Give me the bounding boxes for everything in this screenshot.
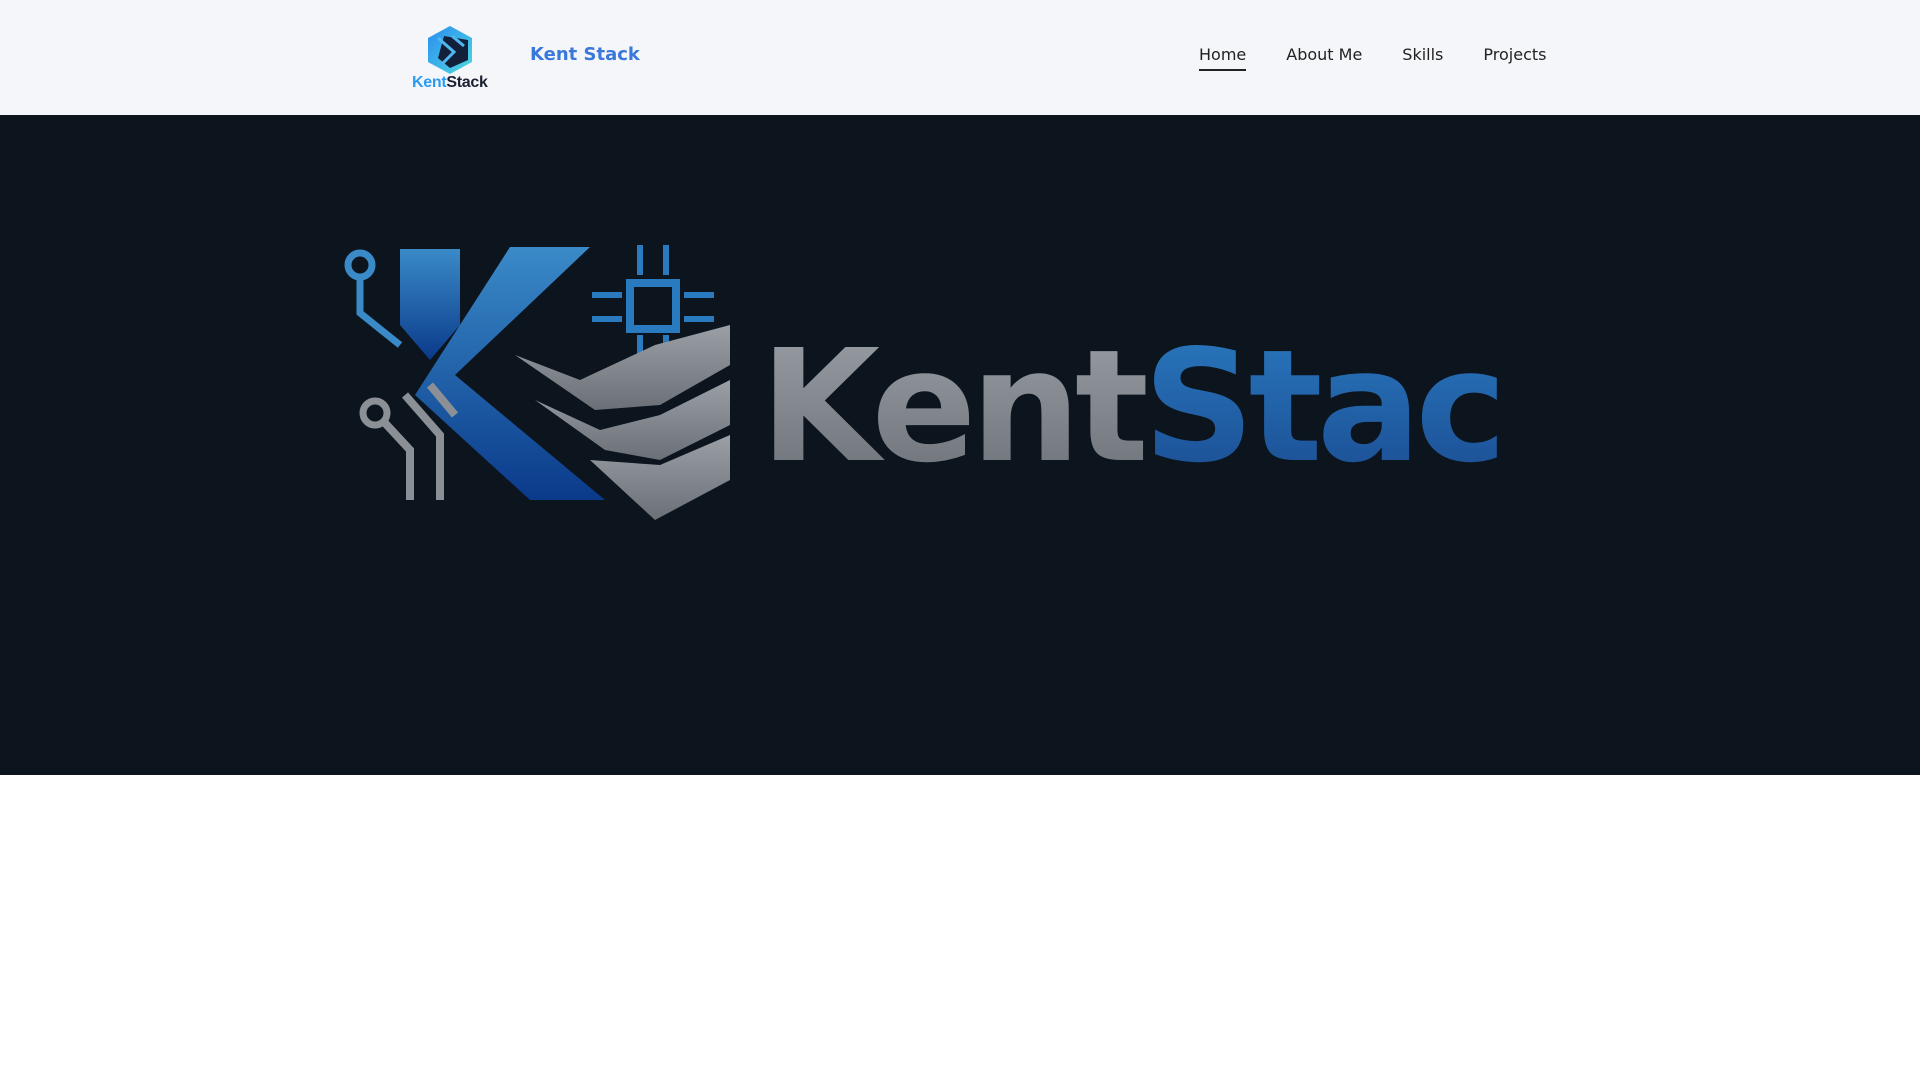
hero-logo: KentStack [344,245,1510,520]
hexagon-logo-icon [428,26,472,74]
nav-skills[interactable]: Skills [1402,45,1443,71]
hero-banner: KentStack [0,115,1920,775]
main-nav: Home About Me Skills Projects [1199,45,1586,71]
logo-wordmark: KentStack [412,74,488,91]
nav-projects[interactable]: Projects [1483,45,1546,71]
k-emblem-icon [344,245,730,520]
site-title[interactable]: Kent Stack [530,44,640,65]
site-header: KentStack Kent Stack Home About Me Skill… [0,0,1920,115]
nav-home[interactable]: Home [1199,45,1247,71]
nav-about-me[interactable]: About Me [1286,45,1362,71]
hero-logo-wordmark: KentStack [760,316,1510,497]
